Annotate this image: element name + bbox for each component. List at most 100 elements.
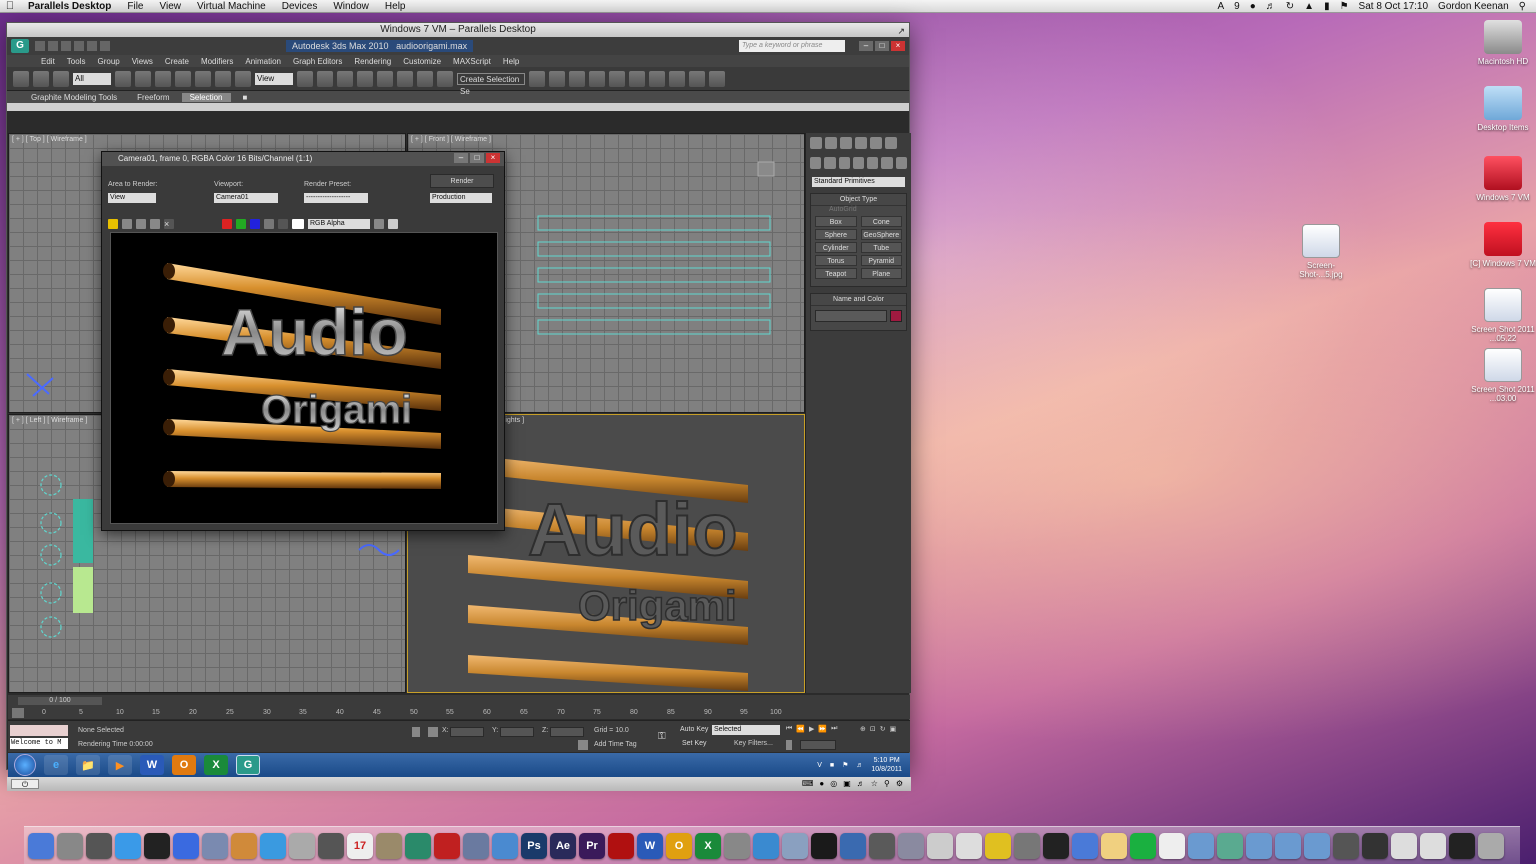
menu-modifiers[interactable]: Modifiers [195, 57, 239, 66]
menu-rendering[interactable]: Rendering [348, 57, 397, 66]
keyboard-icon[interactable]: ⌨ [802, 779, 814, 788]
graphite-toggle-icon[interactable] [589, 70, 605, 87]
dock-textedit-icon[interactable] [1159, 832, 1185, 859]
mono-icon[interactable] [278, 219, 288, 229]
cd-icon[interactable]: ◎ [830, 779, 837, 788]
pivot-center-icon[interactable] [297, 70, 313, 87]
align-icon[interactable] [549, 70, 565, 87]
maximize-icon[interactable]: □ [875, 41, 889, 51]
key-mode-dropdown[interactable]: Selected [712, 725, 780, 735]
named-selection-set-dropdown[interactable]: Create Selection Se [457, 72, 525, 96]
previous-frame-icon[interactable]: ⏪ [796, 725, 805, 733]
taskbar-outlook[interactable]: O [172, 755, 196, 775]
dock-word-icon[interactable]: W [637, 832, 663, 859]
dock-cyberduck-icon[interactable] [985, 832, 1011, 859]
menu-views[interactable]: Views [126, 57, 159, 66]
set-key-button[interactable]: Set Key [682, 740, 707, 747]
bluetooth-icon[interactable]: ● [1250, 1, 1256, 12]
edit-named-selection-icon[interactable] [437, 70, 453, 87]
autogrid-checkbox[interactable]: AutoGrid [811, 206, 906, 213]
taskbar-excel[interactable]: X [204, 755, 228, 775]
spotlight-icon[interactable]: ⚲ [1519, 1, 1526, 12]
mini-curve-editor-icon[interactable] [12, 708, 24, 718]
play-icon[interactable]: ▶ [809, 725, 814, 733]
add-time-tag[interactable]: Add Time Tag [594, 741, 637, 748]
dock-minimized-icon[interactable] [1449, 832, 1475, 859]
tube-button[interactable]: Tube [860, 242, 902, 253]
box-button[interactable]: Box [815, 216, 857, 227]
track-bar[interactable]: 0 5 10 15 20 25 30 35 40 45 50 55 60 65 … [42, 708, 782, 719]
orbit-icon[interactable]: ↻ [880, 725, 886, 733]
desktop-icon-screenshot-2[interactable]: Screen Shot 2011 ...03.00 [1468, 348, 1536, 403]
dock-terminal-icon[interactable] [1043, 832, 1069, 859]
flag-icon[interactable]: ⚑ [1340, 1, 1349, 12]
time-machine-icon[interactable]: ↻ [1286, 1, 1294, 12]
material-editor-icon[interactable] [649, 70, 665, 87]
render-window-title[interactable]: Camera01, frame 0, RGBA Color 16 Bits/Ch… [102, 152, 504, 166]
render-button[interactable]: Render [430, 174, 494, 188]
maxscript-listener-mini[interactable] [10, 725, 68, 736]
current-frame-field[interactable] [800, 740, 836, 750]
dock-after-effects-icon[interactable]: Ae [550, 832, 576, 859]
render-close-icon[interactable]: × [486, 153, 500, 163]
sound-icon[interactable]: ♬ [857, 779, 865, 788]
tray-volume-icon[interactable]: ♬ [856, 762, 863, 769]
close-icon[interactable]: × [891, 41, 905, 51]
desktop-icon-windows-vm[interactable]: Windows 7 VM [1468, 156, 1536, 202]
dock-mission-control-icon[interactable] [86, 832, 112, 859]
taskbar-clock[interactable]: 5:10 PM 10/8/2011 [871, 756, 902, 774]
auto-key-button[interactable]: Auto Key [680, 726, 708, 733]
menu-window[interactable]: Window [325, 1, 377, 12]
ribbon-options-icon[interactable]: ■ [235, 93, 256, 102]
modify-tab-icon[interactable] [825, 137, 837, 149]
toggle-ui-icon[interactable] [388, 219, 398, 229]
dock-excel-icon[interactable]: X [695, 832, 721, 859]
dock-textwrangler-icon[interactable] [1072, 832, 1098, 859]
x-coordinate-field[interactable] [450, 727, 484, 737]
zoom-icon[interactable]: ⊕ [860, 725, 866, 733]
percent-snap-icon[interactable] [397, 70, 413, 87]
motion-tab-icon[interactable] [855, 137, 867, 149]
menu-virtual-machine[interactable]: Virtual Machine [189, 1, 274, 12]
go-to-start-icon[interactable]: ⏮ [786, 725, 792, 733]
tab-freeform[interactable]: Freeform [129, 93, 177, 102]
geometry-icon[interactable] [810, 157, 822, 169]
keyboard-shortcut-icon[interactable] [337, 70, 353, 87]
desktop-icon-screenshot-1[interactable]: Screen Shot 2011 ...05.22 [1468, 288, 1536, 343]
adobe-icon[interactable]: A [1217, 1, 1224, 12]
project-icon[interactable] [100, 41, 110, 51]
desktop-icon-c-windows-vm[interactable]: [C] Windows 7 VM [1468, 222, 1536, 268]
dock-photoshop-icon[interactable]: Ps [521, 832, 547, 859]
undo-icon[interactable] [74, 41, 84, 51]
utilities-tab-icon[interactable] [885, 137, 897, 149]
dock-dvd-player-icon[interactable] [956, 832, 982, 859]
clear-icon[interactable]: × [164, 219, 174, 229]
tray-flag-icon[interactable]: ⚑ [842, 761, 848, 769]
dock-premiere-icon[interactable]: Pr [579, 832, 605, 859]
menu-group[interactable]: Group [91, 57, 125, 66]
dock-dashboard-icon[interactable] [144, 832, 170, 859]
volume-icon[interactable]: ♬ [1266, 1, 1276, 12]
red-channel-icon[interactable] [222, 219, 232, 229]
battery-icon[interactable]: ▮ [1324, 1, 1330, 12]
bind-spacewarp-icon[interactable] [53, 70, 69, 87]
go-to-end-icon[interactable]: ⏭ [831, 725, 837, 733]
taskbar-internet-explorer[interactable]: e [44, 755, 68, 775]
dock-applications-icon[interactable] [1246, 832, 1272, 859]
taskbar-explorer[interactable]: 📁 [76, 755, 100, 775]
object-color-swatch[interactable] [890, 310, 902, 322]
link-icon[interactable] [13, 70, 29, 87]
dock-spotify-icon[interactable] [1130, 832, 1156, 859]
dock-logic-icon[interactable] [608, 832, 634, 859]
green-channel-icon[interactable] [236, 219, 246, 229]
menu-help[interactable]: Help [377, 1, 414, 12]
plane-button[interactable]: Plane [860, 268, 902, 279]
hierarchy-tab-icon[interactable] [840, 137, 852, 149]
dock-virtual-pc-icon[interactable] [840, 832, 866, 859]
max-logo-icon[interactable]: G [11, 39, 29, 53]
dock-skype-icon[interactable] [318, 832, 344, 859]
selection-filter-dropdown[interactable]: All [73, 72, 111, 85]
select-by-name-icon[interactable] [135, 70, 151, 87]
dock-dropbox-icon[interactable] [492, 832, 518, 859]
production-dropdown[interactable]: Production [430, 193, 492, 203]
